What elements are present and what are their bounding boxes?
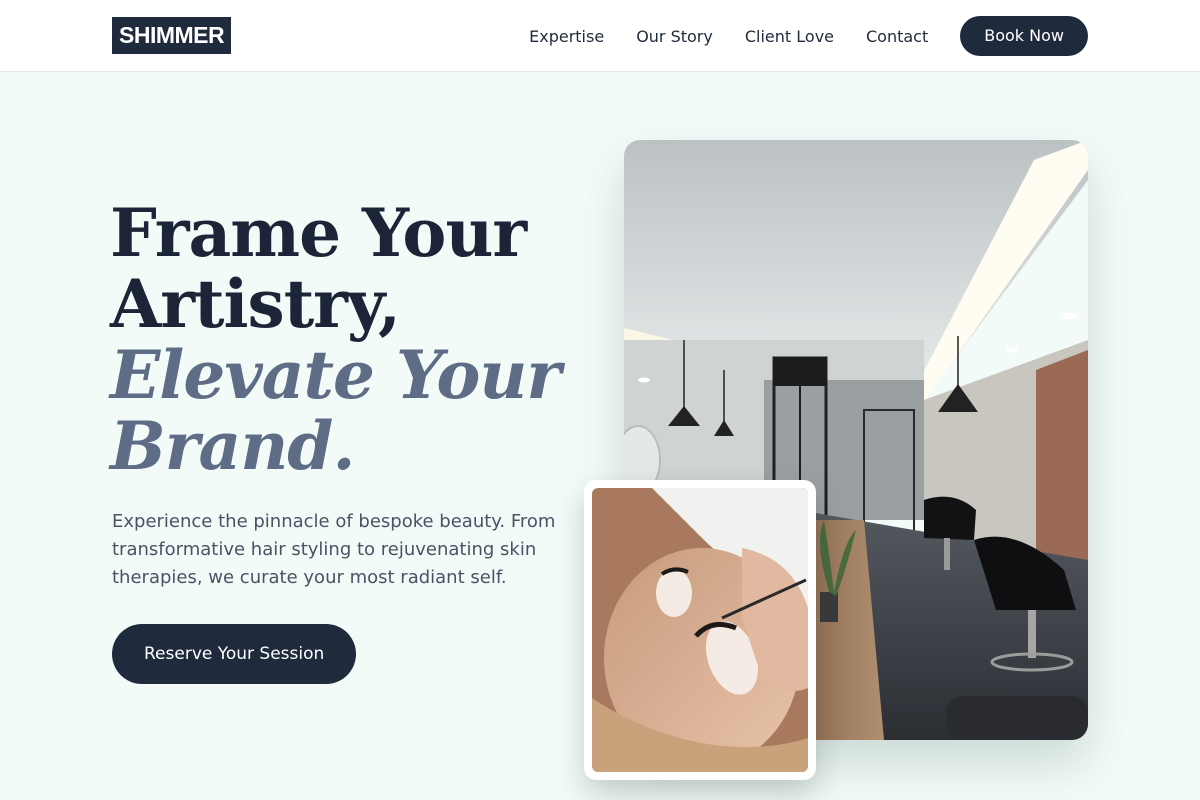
lash-treatment-illustration — [592, 488, 808, 772]
hero-title-line-2: Artistry, — [110, 265, 401, 343]
main-nav: Expertise Our Story Client Love Contact … — [529, 16, 1088, 56]
nav-link-expertise[interactable]: Expertise — [529, 27, 604, 46]
lash-treatment-card — [584, 480, 816, 780]
nav-link-client-love[interactable]: Client Love — [745, 27, 834, 46]
hero-title-line-1: Frame Your — [110, 194, 527, 272]
brand-logo[interactable]: SHIMMER — [112, 17, 232, 54]
lash-treatment-image — [592, 488, 808, 772]
hero-description: Experience the pinnacle of bespoke beaut… — [112, 511, 556, 588]
hero-title-accent-1: Elevate Your — [110, 336, 561, 414]
nav-link-contact[interactable]: Contact — [866, 27, 928, 46]
hero-title: Frame Your Artistry, Elevate Your Brand. — [110, 194, 561, 485]
book-now-button[interactable]: Book Now — [960, 16, 1088, 56]
site-header: SHIMMER Expertise Our Story Client Love … — [0, 0, 1200, 72]
hero-title-accent-2: Brand. — [110, 407, 355, 485]
reserve-session-button[interactable]: Reserve Your Session — [112, 624, 357, 684]
nav-link-our-story[interactable]: Our Story — [636, 27, 713, 46]
